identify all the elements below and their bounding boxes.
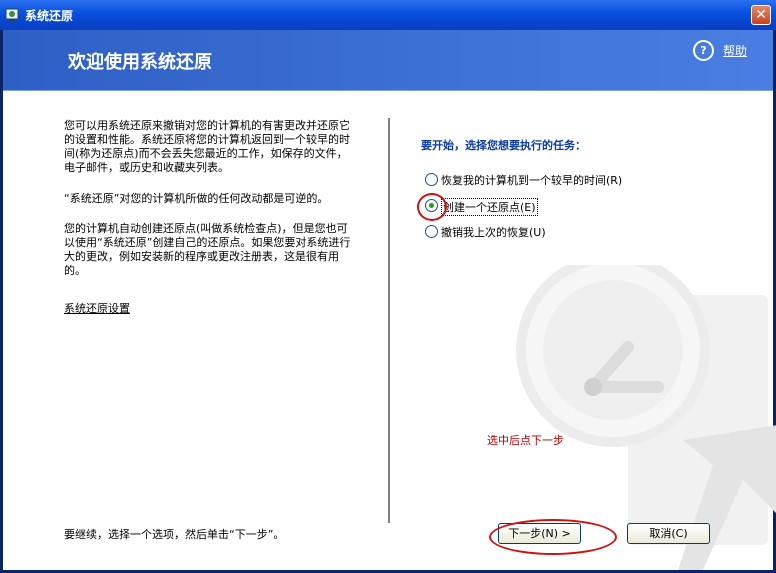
intro-paragraph: “系统还原”对您的计算机所做的任何改动都是可逆的。	[64, 192, 329, 205]
intro-paragraph: 您的计算机自动创建还原点(叫做系统检查点)，但是您也可以使用“系统还原”创建自己…	[64, 222, 351, 277]
radio-button[interactable]	[425, 225, 438, 238]
cancel-button[interactable]: 取消(C)	[627, 523, 710, 544]
system-restore-icon	[5, 8, 19, 21]
system-restore-settings-link[interactable]: 系统还原设置	[64, 300, 130, 316]
option-label[interactable]: 撤销我上次的恢复(U)	[441, 224, 546, 240]
radio-button[interactable]	[425, 173, 438, 186]
vertical-divider	[388, 118, 391, 523]
option-label[interactable]: 恢复我的计算机到一个较早的时间(R)	[441, 172, 622, 188]
intro-paragraph: 您可以用系统还原来撤销对您的计算机的有害更改并还原它的设置和性能。系统还原将您的…	[64, 119, 350, 174]
annotation-circle	[489, 519, 617, 555]
help-icon[interactable]: ?	[693, 40, 714, 61]
wizard-body: 欢迎使用系统还原 ? 帮助 您可以用系统还原来撤销对您的计算机的有害更改并还原它…	[3, 30, 776, 570]
system-restore-window: 系统还原 ✕ 欢迎使用系统还原 ? 帮助 您可以用系统还原来撤销对您的计算机的有…	[0, 0, 776, 573]
task-heading: 要开始，选择您想要执行的任务：	[421, 139, 586, 152]
page-title: 欢迎使用系统还原	[68, 52, 212, 73]
option-label[interactable]: 创建一个还原点(E)	[441, 198, 538, 216]
annotation-circle	[417, 193, 447, 221]
title-bar[interactable]: 系统还原 ✕	[0, 0, 776, 30]
annotation-note: 选中后点下一步	[487, 434, 564, 447]
close-button[interactable]: ✕	[751, 5, 771, 25]
help-link[interactable]: 帮助	[723, 42, 747, 59]
window-title: 系统还原	[25, 9, 74, 23]
wizard-header: 欢迎使用系统还原 ? 帮助	[3, 30, 773, 91]
footer-instruction: 要继续，选择一个选项，然后单击“下一步”。	[64, 528, 285, 541]
